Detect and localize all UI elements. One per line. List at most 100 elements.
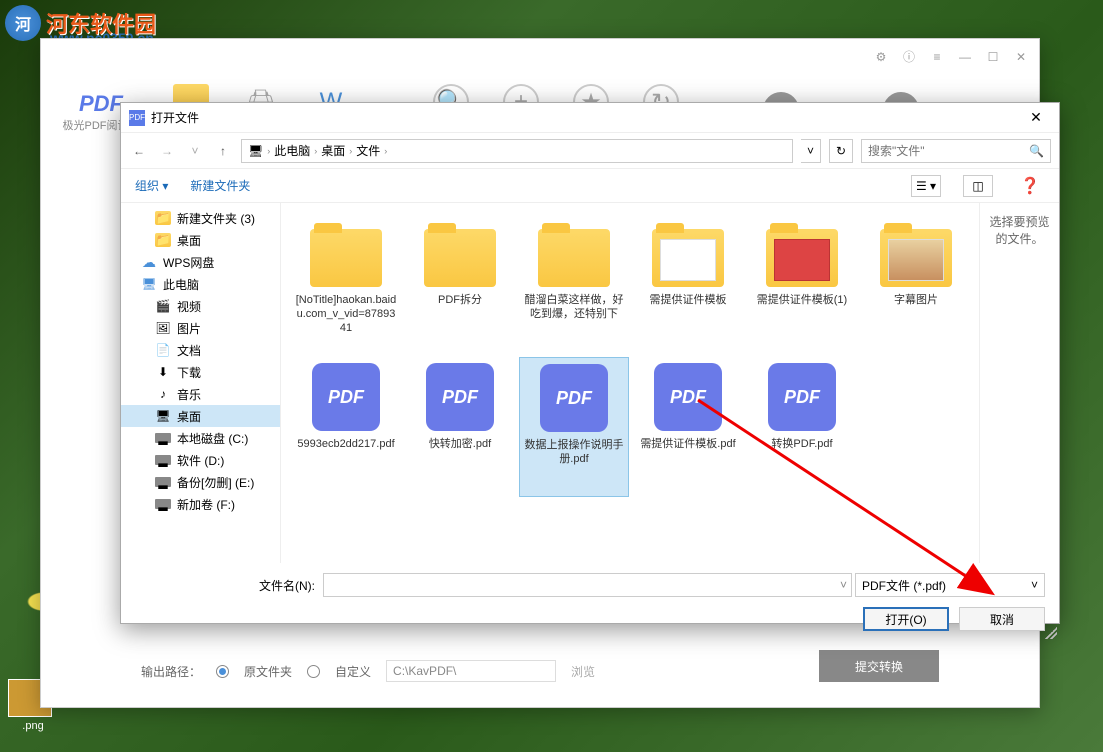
folder-icon	[880, 229, 952, 287]
pc-icon: 🖥	[248, 144, 263, 158]
tree-label: 文档	[177, 342, 201, 359]
app-titlebar: ⚙ ⓘ ≡ — ☐ ✕	[41, 39, 1039, 74]
help-button[interactable]: ❓	[1015, 175, 1045, 197]
organize-button[interactable]: 组织 ▾	[135, 177, 168, 194]
folder-icon	[310, 229, 382, 287]
tree-label: 音乐	[177, 386, 201, 403]
desktop-file-label: .png	[8, 720, 58, 732]
crumb-seg[interactable]: 文件	[356, 142, 380, 159]
tree-item-folder[interactable]: 📁新建文件夹 (3)	[121, 207, 280, 229]
tree-item-folder[interactable]: 📁桌面	[121, 229, 280, 251]
doc-icon: 📄	[155, 343, 171, 357]
filename-input[interactable]	[323, 573, 852, 597]
crumb-seg[interactable]: 桌面	[321, 142, 345, 159]
pc-icon: 🖥	[141, 277, 157, 291]
tree-item-drive[interactable]: ▂备份[勿删] (E:)	[121, 471, 280, 493]
breadcrumb[interactable]: 🖥› 此电脑› 桌面› 文件›	[241, 139, 793, 163]
drive-icon: ▂	[155, 455, 171, 465]
video-icon: 🎬	[155, 299, 171, 313]
nav-recent-icon[interactable]: ˅	[185, 144, 205, 158]
dialog-title: 打开文件	[151, 109, 1021, 126]
submit-button[interactable]: 提交转换	[819, 650, 939, 682]
folder-tree: 📁新建文件夹 (3)📁桌面☁WPS网盘 🖥 此电脑 🎬视频🖼图片 📄 文档 ⬇ 下载 ♪ 音乐 🖥 桌…	[121, 203, 281, 563]
tree-item-drive[interactable]: ▂ 软件 (D:)	[121, 449, 280, 471]
minimize-icon[interactable]: —	[957, 49, 973, 65]
radio-custom[interactable]	[307, 665, 320, 678]
crumb-dropdown-icon[interactable]: ˅	[801, 139, 821, 163]
music-icon: ♪	[155, 387, 171, 401]
tree-label: 软件 (D:)	[177, 452, 224, 469]
menu-icon[interactable]: ≡	[929, 49, 945, 65]
dialog-toolbar: 组织 ▾ 新建文件夹 ☰ ▾ ◫ ❓	[121, 169, 1059, 203]
output-path-row: 输出路径： 原文件夹 自定义 浏览	[141, 660, 595, 682]
file-item[interactable]: PDF5993ecb2dd217.pdf	[291, 357, 401, 497]
maximize-icon[interactable]: ☐	[985, 49, 1001, 65]
tree-label: 桌面	[177, 408, 201, 425]
settings-icon[interactable]: ⚙	[873, 49, 889, 65]
close-app-icon[interactable]: ✕	[1013, 49, 1029, 65]
preview-pane: 选择要预览的文件。	[979, 203, 1059, 563]
browse-button[interactable]: 浏览	[571, 663, 595, 680]
folder-icon	[538, 229, 610, 287]
open-button[interactable]: 打开(O)	[863, 607, 949, 631]
tree-label: 备份[勿删] (E:)	[177, 474, 254, 491]
file-item[interactable]: 需提供证件模板	[633, 213, 743, 353]
tree-label: 下载	[177, 364, 201, 381]
cancel-button[interactable]: 取消	[959, 607, 1045, 631]
file-list: [NoTitle]haokan.baidu.com_v_vid=8789341P…	[281, 203, 979, 563]
tree-item-pc[interactable]: 🖥 此电脑	[121, 273, 280, 295]
file-item[interactable]: PDF转换PDF.pdf	[747, 357, 857, 497]
newfolder-button[interactable]: 新建文件夹	[190, 177, 250, 194]
view-mode-button[interactable]: ☰ ▾	[911, 175, 941, 197]
nav-forward-icon[interactable]: →	[157, 144, 177, 158]
dl-icon: ⬇	[155, 365, 171, 379]
tree-item-cloud[interactable]: ☁WPS网盘	[121, 251, 280, 273]
desk-icon: 🖥	[155, 409, 171, 423]
filename-dropdown-icon[interactable]: ˅	[840, 578, 847, 592]
tree-item-drive[interactable]: ▂ 新加卷 (F:)	[121, 493, 280, 515]
filetype-select[interactable]: PDF文件 (*.pdf) ˅	[855, 573, 1045, 597]
preview-toggle-button[interactable]: ◫	[963, 175, 993, 197]
tree-item-desk[interactable]: 🖥 桌面	[121, 405, 280, 427]
refresh-button[interactable]: ↻	[829, 139, 853, 163]
crumb-seg[interactable]: 此电脑	[274, 142, 310, 159]
file-item[interactable]: PDF数据上报操作说明手册.pdf	[519, 357, 629, 497]
resize-grip-icon[interactable]	[1045, 627, 1057, 639]
tree-label: 此电脑	[163, 276, 199, 293]
drive-icon: ▂	[155, 499, 171, 509]
tree-item-video[interactable]: 🎬视频	[121, 295, 280, 317]
file-name: 需提供证件模板.pdf	[637, 437, 739, 451]
file-name: 5993ecb2dd217.pdf	[295, 437, 397, 451]
tree-item-dl[interactable]: ⬇ 下载	[121, 361, 280, 383]
file-open-dialog: PDF 打开文件 ✕ ← → ˅ ↑ 🖥› 此电脑› 桌面› 文件› ˅ ↻ 🔍…	[120, 102, 1060, 624]
search-icon: 🔍	[1029, 144, 1044, 158]
search-input[interactable]	[868, 144, 1023, 158]
file-item[interactable]: 需提供证件模板(1)	[747, 213, 857, 353]
file-name: 需提供证件模板	[637, 293, 739, 307]
file-item[interactable]: [NoTitle]haokan.baidu.com_v_vid=8789341	[291, 213, 401, 353]
pic-icon: 🖼	[155, 321, 171, 335]
radio-original[interactable]	[216, 665, 229, 678]
dialog-close-button[interactable]: ✕	[1021, 109, 1051, 126]
output-path-input[interactable]	[386, 660, 556, 682]
info-icon[interactable]: ⓘ	[901, 49, 917, 65]
tree-label: 新建文件夹 (3)	[177, 210, 255, 227]
nav-up-icon[interactable]: ↑	[213, 144, 233, 158]
file-item[interactable]: PDF快转加密.pdf	[405, 357, 515, 497]
tree-item-pic[interactable]: 🖼图片	[121, 317, 280, 339]
search-box[interactable]: 🔍	[861, 139, 1051, 163]
tree-item-music[interactable]: ♪ 音乐	[121, 383, 280, 405]
tree-label: 新加卷 (F:)	[177, 496, 235, 513]
file-name: 字幕图片	[865, 293, 967, 307]
file-item[interactable]: PDF需提供证件模板.pdf	[633, 357, 743, 497]
file-item[interactable]: PDF拆分	[405, 213, 515, 353]
folder-icon	[652, 229, 724, 287]
file-name: 转换PDF.pdf	[751, 437, 853, 451]
file-item[interactable]: 字幕图片	[861, 213, 971, 353]
tree-item-doc[interactable]: 📄 文档	[121, 339, 280, 361]
tree-item-drive[interactable]: ▂本地磁盘 (C:)	[121, 427, 280, 449]
folder-icon	[766, 229, 838, 287]
dialog-body: 📁新建文件夹 (3)📁桌面☁WPS网盘 🖥 此电脑 🎬视频🖼图片 📄 文档 ⬇ 下载 ♪ 音乐 🖥 桌…	[121, 203, 1059, 563]
nav-back-icon[interactable]: ←	[129, 144, 149, 158]
file-item[interactable]: 醋溜白菜这样做，好吃到爆，还特别下	[519, 213, 629, 353]
